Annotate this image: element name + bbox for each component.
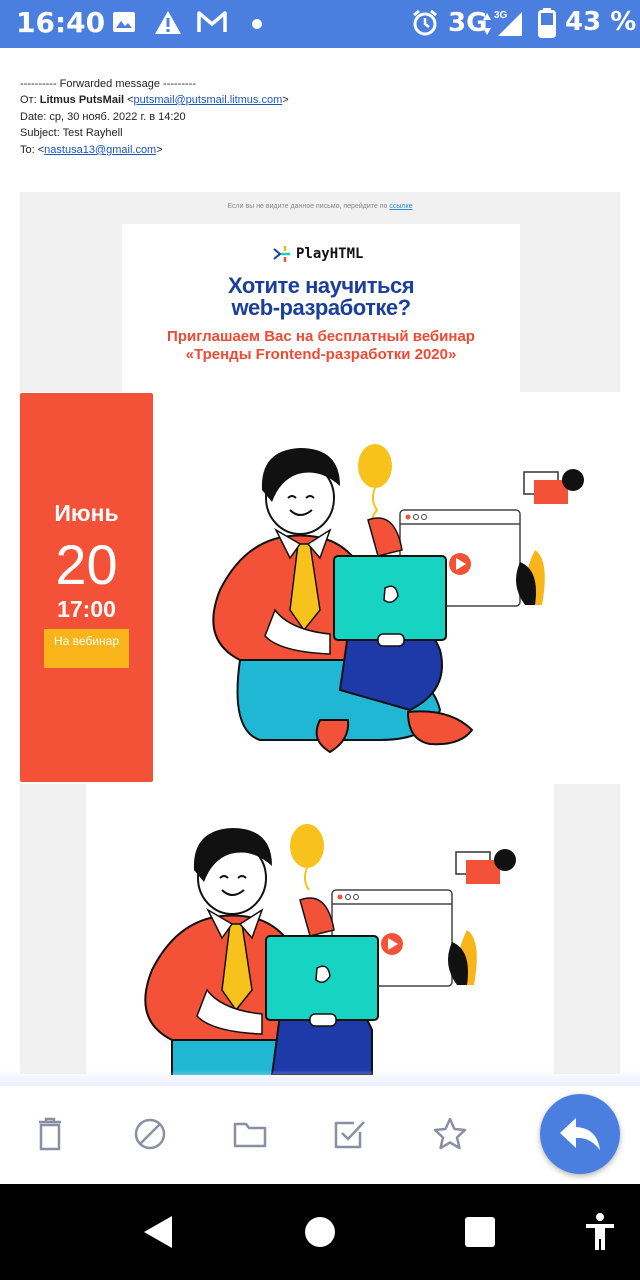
subheadline: Приглашаем Вас на бесплатный вебинар «Тр… bbox=[167, 328, 475, 363]
forward-date: Date: ср, 30 нояб. 2022 г. в 14:20 bbox=[20, 111, 186, 123]
date-time: 17:00 bbox=[57, 596, 116, 622]
illustration-developer-repeat bbox=[144, 824, 516, 1075]
from-label: От: bbox=[20, 94, 37, 106]
accessibility-icon[interactable] bbox=[583, 1212, 617, 1252]
headline-line-1: Хотите научиться bbox=[227, 273, 415, 298]
preheader-text: Если вы не видите данное письмо, перейди… bbox=[227, 203, 388, 210]
reply-icon bbox=[560, 1118, 600, 1150]
battery-icon bbox=[538, 8, 556, 38]
data-arrows-icon bbox=[483, 13, 491, 35]
email-background-left bbox=[20, 784, 86, 1074]
forward-subject: Subject: Test Rayhell bbox=[20, 127, 123, 139]
block-icon[interactable] bbox=[130, 1114, 170, 1154]
forward-separator: ---------- Forwarded message --------- bbox=[20, 78, 196, 90]
preheader: Если вы не видите данное письмо, перейди… bbox=[20, 203, 620, 210]
email-background-right bbox=[554, 784, 620, 1074]
to-label: To: bbox=[20, 144, 35, 156]
folder-icon[interactable] bbox=[230, 1114, 270, 1154]
logo-text: PlayHTML bbox=[296, 246, 364, 262]
alarm-icon bbox=[413, 9, 437, 36]
trash-icon[interactable] bbox=[30, 1114, 70, 1154]
to-email-link[interactable]: nastusa13@gmail.com bbox=[44, 144, 156, 156]
home-icon[interactable] bbox=[305, 1217, 335, 1247]
date-month: Июнь bbox=[54, 500, 119, 526]
gmail-icon bbox=[197, 11, 227, 32]
headline-line-2: web-разработке? bbox=[231, 295, 411, 320]
forward-from: От: Litmus PutsMail <putsmail@putsmail.l… bbox=[20, 94, 289, 106]
back-icon[interactable] bbox=[140, 1212, 176, 1252]
reply-button[interactable] bbox=[540, 1094, 620, 1174]
battery-percent: 43 % bbox=[565, 7, 637, 37]
star-icon[interactable] bbox=[430, 1114, 470, 1154]
status-bar: 16:40 3G 3G 43 % bbox=[0, 0, 640, 48]
playhtml-logo-icon bbox=[273, 246, 290, 262]
recents-icon[interactable] bbox=[465, 1217, 495, 1247]
signal-icon bbox=[498, 12, 522, 36]
dot-icon bbox=[252, 19, 262, 29]
image-icon bbox=[113, 12, 135, 32]
preheader-link[interactable]: ссылке bbox=[389, 203, 412, 210]
status-time: 16:40 bbox=[16, 6, 106, 39]
from-email-link[interactable]: putsmail@putsmail.litmus.com bbox=[134, 94, 283, 106]
forward-to: To: <nastusa13@gmail.com> bbox=[20, 144, 163, 156]
illustration-developer bbox=[212, 444, 584, 754]
from-name: Litmus PutsMail bbox=[39, 94, 125, 106]
headline: Хотите научиться web-разработке? bbox=[122, 275, 520, 319]
webinar-button[interactable]: На вебинар bbox=[44, 629, 129, 668]
mark-done-icon[interactable] bbox=[330, 1114, 370, 1154]
date-day: 20 bbox=[55, 533, 118, 596]
alert-icon bbox=[155, 11, 181, 34]
